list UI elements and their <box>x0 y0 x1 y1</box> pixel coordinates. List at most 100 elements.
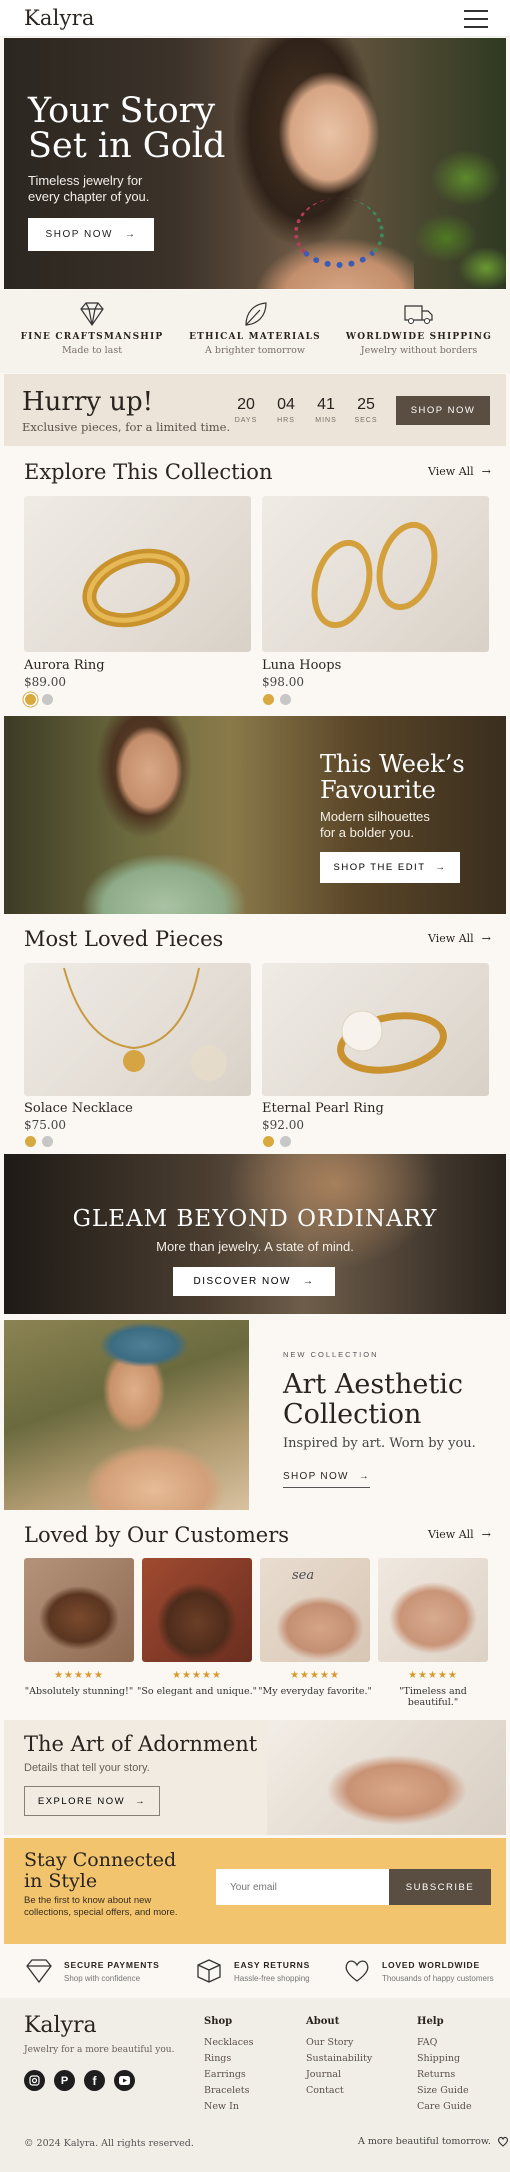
product-image-solace-necklace[interactable] <box>24 963 251 1096</box>
art-collection-section: NEW COLLECTION Art Aesthetic Collection … <box>0 1318 510 1511</box>
footer-link[interactable]: FAQ <box>417 2035 472 2051</box>
plant-leaves-image <box>406 138 506 289</box>
gleam-banner: GLEAM BEYOND ORDINARY More than jewelry.… <box>4 1154 506 1314</box>
pinterest-icon[interactable]: P <box>54 2070 75 2091</box>
reviews-view-all-link[interactable]: View All → <box>428 1528 491 1541</box>
swatch-silver[interactable] <box>280 1136 291 1147</box>
brand-logo[interactable]: Kalyra <box>24 6 95 30</box>
instagram-icon[interactable] <box>24 2070 45 2091</box>
countdown-banner: Hurry up! Exclusive pieces, for a limite… <box>4 374 506 446</box>
product-name[interactable]: Solace Necklace <box>24 1101 133 1116</box>
trust-desc: Shop with confidence <box>64 1974 141 1983</box>
footer-link[interactable]: Earrings <box>204 2067 254 2083</box>
arrow-right-icon: → <box>481 932 491 945</box>
swatch-gold[interactable] <box>25 694 36 705</box>
explore-now-button[interactable]: EXPLORE NOW → <box>24 1786 160 1816</box>
countdown-seconds: 25 SECS <box>346 396 386 424</box>
art-title-line1: Art Aesthetic <box>283 1369 463 1400</box>
heart-icon <box>497 2136 508 2147</box>
newsletter-title-line1: Stay Connected <box>24 1849 177 1871</box>
review-image-4[interactable] <box>378 1558 488 1662</box>
adornment-subtitle: Details that tell your story. <box>24 1762 150 1774</box>
product-name[interactable]: Aurora Ring <box>24 658 105 673</box>
footer-link[interactable]: Returns <box>417 2067 472 2083</box>
product-image-aurora-ring[interactable] <box>24 496 251 652</box>
gleam-button-label: DISCOVER NOW <box>193 1276 291 1287</box>
necklace-image <box>63 967 227 1081</box>
star-rating: ★★★★★ <box>172 1670 222 1681</box>
swatch-gold[interactable] <box>25 1136 36 1147</box>
hero-subtitle-line1: Timeless jewelry for <box>28 173 143 188</box>
arrow-right-icon: → <box>481 1528 491 1541</box>
week-subtitle: Modern silhouettes for a bolder you. <box>320 809 430 841</box>
discover-now-button[interactable]: DISCOVER NOW → <box>173 1267 335 1296</box>
art-kicker: NEW COLLECTION <box>283 1350 379 1359</box>
feature-shipping: WORLDWIDE SHIPPING Jewelry without borde… <box>334 300 504 356</box>
star-rating: ★★★★★ <box>54 1670 104 1681</box>
footer-link[interactable]: Bracelets <box>204 2083 254 2099</box>
week-subtitle-line1: Modern silhouettes <box>320 809 430 824</box>
subscribe-button[interactable]: SUBSCRIBE <box>389 1869 491 1905</box>
swatch-silver[interactable] <box>42 694 53 705</box>
countdown-shop-now-button[interactable]: SHOP NOW <box>396 396 490 425</box>
footer-tagline: Jewelry for a more beautiful you. <box>24 2045 175 2055</box>
swatch-silver[interactable] <box>280 694 291 705</box>
product-name[interactable]: Luna Hoops <box>262 658 341 673</box>
footer-link[interactable]: Shipping <box>417 2051 472 2067</box>
swatch-silver[interactable] <box>42 1136 53 1147</box>
swatch-gold[interactable] <box>263 694 274 705</box>
week-button-label: SHOP THE EDIT <box>333 862 426 873</box>
review-image-2[interactable] <box>142 1558 252 1662</box>
collection-title: Explore This Collection <box>24 460 273 484</box>
product-image-eternal-pearl-ring[interactable] <box>262 963 489 1096</box>
footer-right-text: A more beautiful tomorrow. <box>358 2136 491 2147</box>
countdown-value: 25 <box>357 396 375 413</box>
footer-link[interactable]: Contact <box>306 2083 372 2099</box>
trust-title: LOVED WORLDWIDE <box>382 1960 480 1970</box>
loved-view-all-link[interactable]: View All → <box>428 932 491 945</box>
review-image-3[interactable]: sea <box>260 1558 370 1662</box>
arrow-right-icon: → <box>135 1795 147 1807</box>
weekly-favourite-banner: This Week’s Favourite Modern silhouettes… <box>4 716 506 914</box>
collection-view-all-link[interactable]: View All → <box>428 465 491 478</box>
heart-icon <box>345 1960 369 1982</box>
footer-column-shop: Shop Necklaces Rings Earrings Bracelets … <box>204 2016 254 2115</box>
footer-column-heading: Help <box>417 2016 444 2027</box>
footer-link[interactable]: Rings <box>204 2051 254 2067</box>
box-icon <box>197 1959 221 1983</box>
footer-link[interactable]: Sustainability <box>306 2051 372 2067</box>
footer-column-heading: Shop <box>204 2016 233 2027</box>
hamburger-menu-icon[interactable] <box>464 10 488 28</box>
email-field[interactable] <box>216 1869 393 1905</box>
footer-link[interactable]: Our Story <box>306 2035 372 2051</box>
footer-link[interactable]: Necklaces <box>204 2035 254 2051</box>
hero-banner: Your Story Set in Gold Timeless jewelry … <box>4 38 506 289</box>
youtube-icon[interactable] <box>114 2070 135 2091</box>
week-title-line2: Favourite <box>320 776 436 804</box>
product-price: $75.00 <box>24 1118 66 1132</box>
shop-the-edit-button[interactable]: SHOP THE EDIT → <box>320 852 460 883</box>
gleam-title: GLEAM BEYOND ORDINARY <box>72 1206 438 1232</box>
review-image-1[interactable] <box>24 1558 134 1662</box>
footer-link[interactable]: Care Guide <box>417 2099 472 2115</box>
gemstone-necklace-image <box>294 198 384 268</box>
footer-column-heading: About <box>306 2016 340 2027</box>
art-link-label: SHOP NOW <box>283 1471 349 1482</box>
view-all-label: View All <box>428 932 474 945</box>
hero-shop-now-button[interactable]: SHOP NOW → <box>28 218 154 251</box>
footer-logo[interactable]: Kalyra <box>24 2013 97 2038</box>
footer-link[interactable]: New In <box>204 2099 254 2115</box>
hero-button-label: SHOP NOW <box>45 229 113 240</box>
footer-link[interactable]: Journal <box>306 2067 372 2083</box>
facebook-icon[interactable]: f <box>84 2070 105 2091</box>
product-name[interactable]: Eternal Pearl Ring <box>262 1101 384 1116</box>
arrow-right-icon: → <box>302 1276 315 1287</box>
footer-link[interactable]: Size Guide <box>417 2083 472 2099</box>
art-shop-now-link[interactable]: SHOP NOW → <box>283 1471 371 1488</box>
product-image-luna-hoops[interactable] <box>262 496 489 652</box>
reviews-title: Loved by Our Customers <box>24 1523 290 1547</box>
site-header: Kalyra <box>0 0 510 37</box>
arrow-right-icon: → <box>124 229 137 240</box>
swatch-gold[interactable] <box>263 1136 274 1147</box>
product-price: $89.00 <box>24 675 66 689</box>
